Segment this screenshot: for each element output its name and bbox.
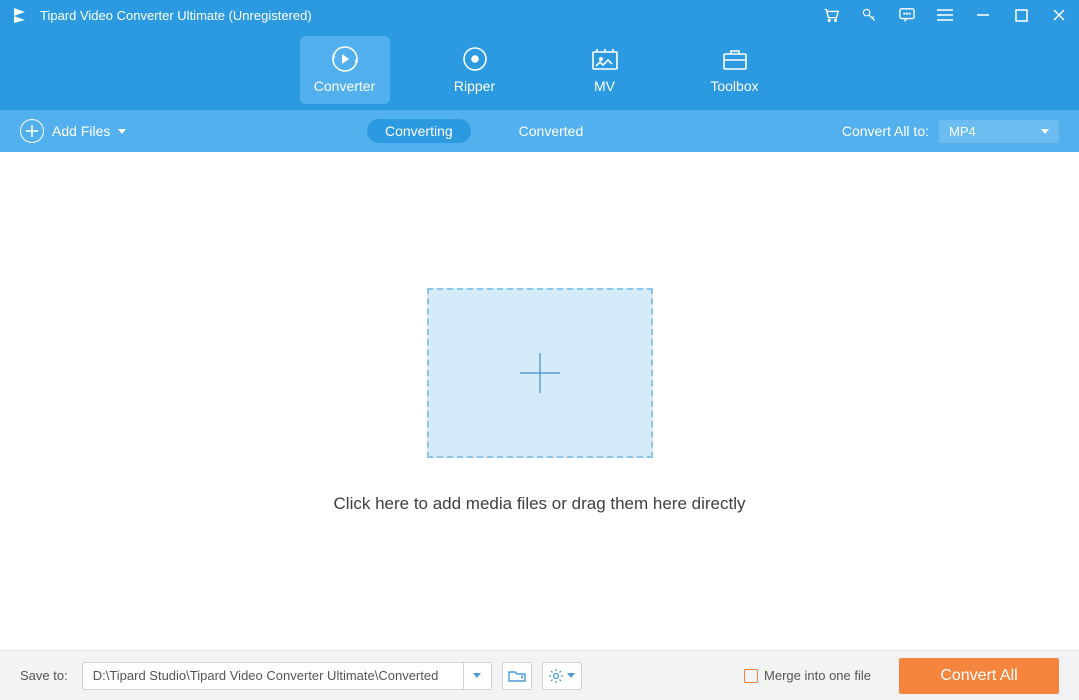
chevron-down-icon — [118, 129, 126, 134]
toolbox-icon — [721, 46, 749, 72]
chevron-down-icon — [567, 673, 575, 678]
save-path-dropdown[interactable] — [463, 662, 491, 690]
nav-converter-label: Converter — [314, 78, 375, 94]
minimize-button[interactable] — [973, 5, 993, 25]
cart-icon[interactable] — [821, 5, 841, 25]
checkbox-icon — [744, 669, 758, 683]
ripper-icon — [461, 46, 489, 72]
tab-converting[interactable]: Converting — [367, 119, 471, 143]
merge-checkbox[interactable]: Merge into one file — [744, 668, 871, 683]
mv-icon — [591, 46, 619, 72]
tab-converted-label: Converted — [519, 123, 584, 139]
dropzone[interactable] — [427, 288, 653, 458]
save-to-label: Save to: — [20, 668, 68, 683]
convert-all-to-label: Convert All to: — [842, 123, 929, 139]
feedback-icon[interactable] — [897, 5, 917, 25]
add-files-label: Add Files — [52, 123, 110, 139]
tab-converting-label: Converting — [385, 123, 453, 139]
maximize-button[interactable] — [1011, 5, 1031, 25]
nav-ripper-label: Ripper — [454, 78, 495, 94]
tab-converted[interactable]: Converted — [501, 119, 602, 143]
menu-icon[interactable] — [935, 5, 955, 25]
save-path-box: D:\Tipard Studio\Tipard Video Converter … — [82, 662, 492, 690]
nav-mv-label: MV — [594, 78, 615, 94]
key-icon[interactable] — [859, 5, 879, 25]
format-select[interactable]: MP4 — [939, 120, 1059, 143]
chevron-down-icon — [473, 673, 481, 678]
convert-all-button[interactable]: Convert All — [899, 658, 1059, 694]
close-button[interactable] — [1049, 5, 1069, 25]
plus-circle-icon — [20, 119, 44, 143]
nav-toolbox[interactable]: Toolbox — [690, 36, 780, 104]
settings-button[interactable] — [542, 662, 582, 690]
converter-icon — [330, 46, 360, 72]
status-tabs: Converting Converted — [126, 119, 841, 143]
open-folder-button[interactable] — [502, 662, 532, 690]
plus-icon — [510, 343, 570, 403]
dropzone-text: Click here to add media files or drag th… — [334, 494, 746, 514]
merge-label: Merge into one file — [764, 668, 871, 683]
save-path-value: D:\Tipard Studio\Tipard Video Converter … — [83, 668, 463, 683]
nav-converter[interactable]: Converter — [300, 36, 390, 104]
nav-mv[interactable]: MV — [560, 36, 650, 104]
nav-toolbox-label: Toolbox — [710, 78, 758, 94]
bottombar: Save to: D:\Tipard Studio\Tipard Video C… — [0, 650, 1079, 700]
window-controls — [821, 5, 1069, 25]
format-value: MP4 — [949, 124, 976, 139]
titlebar: Tipard Video Converter Ultimate (Unregis… — [0, 0, 1079, 30]
app-logo-icon — [10, 5, 30, 25]
window-title: Tipard Video Converter Ultimate (Unregis… — [40, 8, 821, 23]
add-files-button[interactable]: Add Files — [20, 119, 126, 143]
convert-all-to: Convert All to: MP4 — [842, 120, 1059, 143]
toolbar: Add Files Converting Converted Convert A… — [0, 110, 1079, 152]
nav-ripper[interactable]: Ripper — [430, 36, 520, 104]
content-area: Click here to add media files or drag th… — [0, 152, 1079, 650]
chevron-down-icon — [1041, 129, 1049, 134]
convert-all-label: Convert All — [940, 667, 1017, 685]
main-nav: Converter Ripper MV Toolbox — [0, 30, 1079, 110]
